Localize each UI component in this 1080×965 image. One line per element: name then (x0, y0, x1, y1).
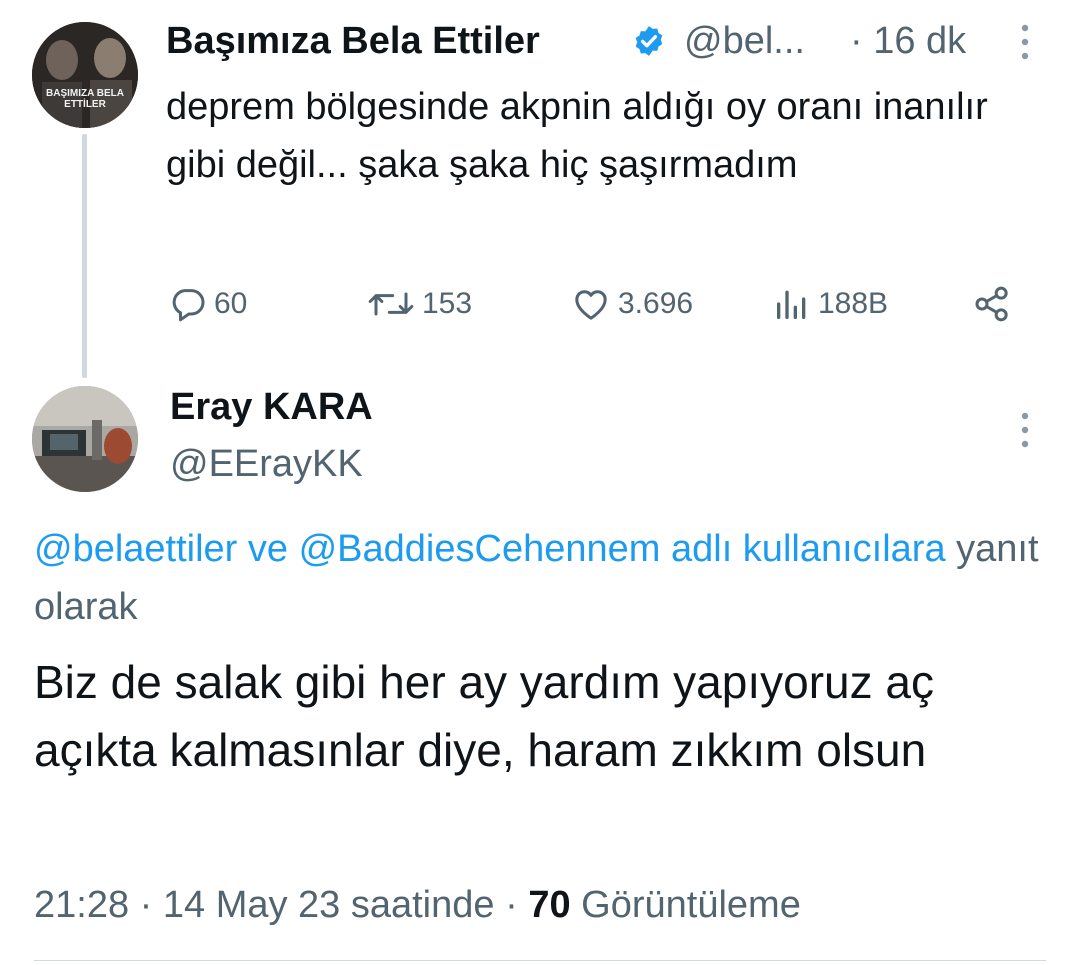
parent-author-name[interactable]: Başımıza Bela Ettiler (166, 18, 540, 64)
share-icon (975, 286, 1008, 322)
reply-button[interactable]: 60 (168, 284, 247, 324)
views-icon (777, 290, 806, 319)
reply-connector: ve (247, 528, 289, 570)
parent-tweet-time[interactable]: · 16 dk (850, 18, 966, 64)
parent-tweet-text: deprem bölgesinde akpnin aldığı oy oranı… (166, 86, 988, 186)
mention-link[interactable]: @BaddiesCehennem (299, 528, 661, 570)
like-icon (575, 290, 607, 320)
avatar-image (32, 386, 138, 492)
mention-link[interactable]: @belaettiler (34, 528, 237, 570)
reply-context: @belaettiler ve @BaddiesCehennem adlı ku… (34, 520, 1044, 636)
views-label: Görüntüleme (581, 884, 801, 926)
verified-badge-icon (635, 26, 663, 56)
retweet-icon (368, 292, 414, 316)
views-count: 188B (818, 287, 889, 320)
avatar-main[interactable] (32, 386, 138, 492)
reply-users-link[interactable]: adlı kullanıcılara (671, 528, 946, 570)
like-button[interactable]: 3.696 (570, 284, 693, 324)
more-icon[interactable] (1020, 22, 1030, 62)
main-author-handle[interactable]: @EErayKK (170, 441, 363, 487)
avatar-parent[interactable]: BAŞIMIZA BELA ETTİLER (32, 22, 138, 128)
retweet-count: 153 (422, 287, 473, 320)
divider (34, 960, 1046, 961)
thread-line (82, 134, 87, 378)
views-count: 70 (528, 884, 571, 926)
parent-author-handle[interactable]: @bel... (684, 18, 805, 64)
avatar-image (32, 22, 138, 128)
more-icon[interactable] (1020, 410, 1030, 450)
main-author-name[interactable]: Eray KARA (170, 384, 373, 430)
avatar-overlay-text: BAŞIMIZA BELA ETTİLER (46, 88, 124, 110)
tweet-meta: 21:28 · 14 May 23 saatinde · 70 Görüntül… (34, 880, 801, 930)
reply-count: 60 (214, 287, 248, 320)
main-tweet-text: Biz de salak gibi her ay yardım yapıyoru… (34, 656, 934, 776)
tweet-timestamp[interactable]: 21:28 · 14 May 23 saatinde · (34, 884, 518, 926)
like-count: 3.696 (618, 287, 694, 320)
share-button[interactable] (970, 284, 1020, 324)
views-button[interactable]: 188B (772, 284, 888, 324)
retweet-button[interactable]: 153 (366, 284, 472, 324)
reply-icon (172, 289, 205, 322)
